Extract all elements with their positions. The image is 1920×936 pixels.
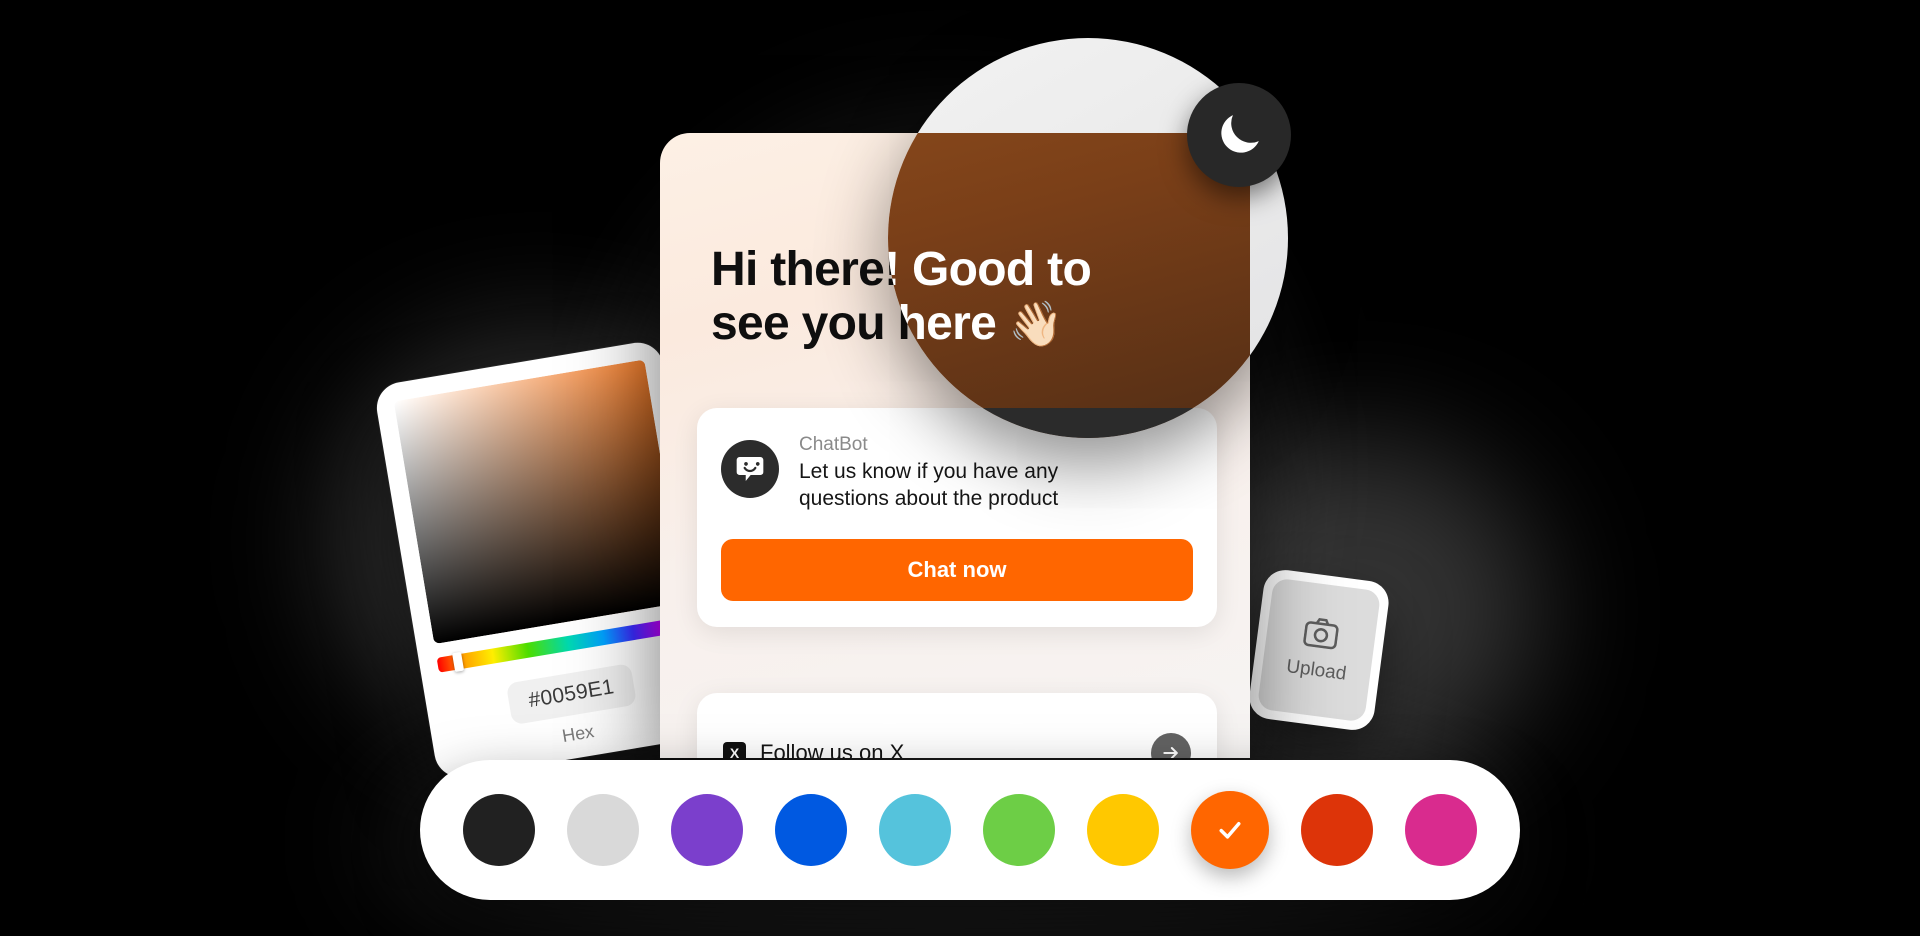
- chatbot-text-block: ChatBot Let us know if you have any ques…: [799, 434, 1058, 513]
- saturation-value-area[interactable]: [393, 359, 685, 645]
- color-swatch-orange[interactable]: [1191, 791, 1269, 869]
- dark-preview-card: [888, 408, 1217, 438]
- hue-slider-handle[interactable]: [452, 651, 465, 673]
- color-swatch-bar: [420, 760, 1520, 900]
- dark-preview-heading-line-1: Hi there! Good to: [888, 243, 1092, 296]
- color-swatch-red[interactable]: [1301, 794, 1373, 866]
- color-swatch-green[interactable]: [983, 794, 1055, 866]
- x-logo-icon: X: [723, 741, 746, 758]
- upload-dropzone[interactable]: Upload: [1256, 577, 1382, 723]
- camera-icon: [1302, 616, 1340, 655]
- dark-preview-heading: Hi there! Good to see you here 👋🏻: [888, 243, 1181, 351]
- color-swatch-magenta[interactable]: [1405, 794, 1477, 866]
- moon-icon[interactable]: [1187, 83, 1291, 187]
- arrow-right-icon[interactable]: [1151, 733, 1191, 758]
- color-swatch-purple[interactable]: [671, 794, 743, 866]
- dark-mode-widget-preview: Hi there! Good to see you here 👋🏻: [888, 133, 1250, 438]
- color-swatch-cyan[interactable]: [879, 794, 951, 866]
- upload-card[interactable]: Upload: [1246, 567, 1392, 733]
- chat-now-button[interactable]: Chat now: [721, 538, 1193, 601]
- hex-label: Hex: [560, 721, 596, 747]
- follow-on-x-left: X Follow us on X: [723, 740, 904, 758]
- dark-preview-heading-line-2: see you here: [888, 297, 997, 351]
- chatbot-message-row: ChatBot Let us know if you have any ques…: [721, 434, 1193, 513]
- chatbot-message-line-1: Let us know if you have any: [799, 460, 1059, 483]
- color-swatch-light-gray[interactable]: [567, 794, 639, 866]
- scene: #0059E1 Hex Upload Hi there! Good to see…: [0, 0, 1920, 936]
- hex-input[interactable]: #0059E1: [505, 663, 638, 726]
- follow-on-x-card[interactable]: X Follow us on X: [697, 693, 1217, 758]
- color-swatch-yellow[interactable]: [1087, 794, 1159, 866]
- chatbot-card: ChatBot Let us know if you have any ques…: [697, 408, 1217, 627]
- follow-on-x-label: Follow us on X: [760, 740, 905, 758]
- color-swatch-blue[interactable]: [775, 794, 847, 866]
- upload-label: Upload: [1285, 655, 1348, 685]
- chatbot-message-line-2: questions about the product: [799, 486, 1059, 510]
- color-swatch-black[interactable]: [463, 794, 535, 866]
- dark-preview-wave-emoji: 👋🏻: [1008, 300, 1064, 350]
- chat-bubble-icon: [721, 440, 779, 498]
- chatbot-message: Let us know if you have any questions ab…: [799, 459, 1058, 513]
- check-icon: [1219, 822, 1241, 839]
